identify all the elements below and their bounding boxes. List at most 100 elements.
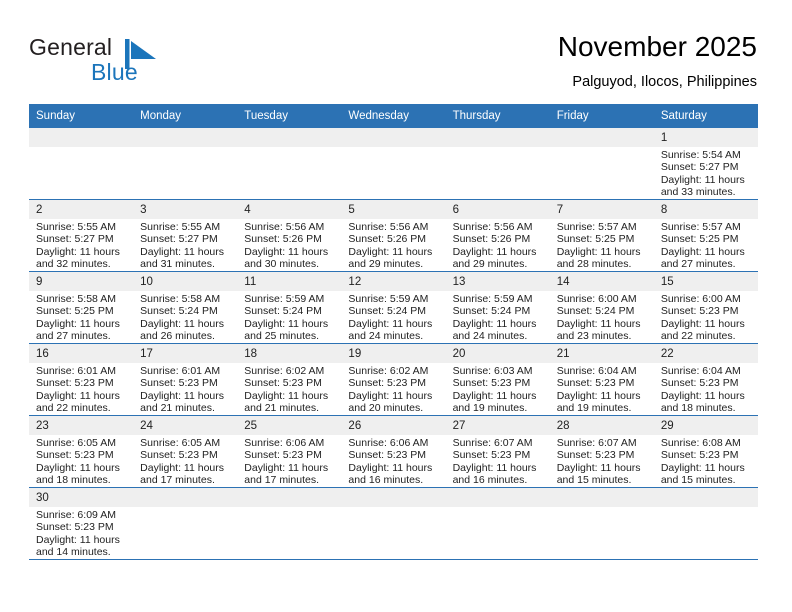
daylight-text: Daylight: 11 hours and 19 minutes.	[452, 389, 537, 415]
daylight-text: Daylight: 11 hours and 24 minutes.	[452, 317, 537, 343]
page-header: General Blue November 2025 Palguyod, Ilo…	[0, 0, 792, 100]
day-number	[237, 488, 342, 507]
calendar-day-cell-empty	[549, 128, 654, 200]
day-details: Sunrise: 6:00 AM Sunset: 5:23 PM Daylight:…	[654, 291, 758, 343]
day-details: Sunrise: 5:57 AM Sunset: 5:25 PM Daylight:…	[654, 219, 758, 271]
calendar-day-cell[interactable]: 27 Sunrise: 6:07 AM Sunset: 5:23 PM Dayligh…	[445, 415, 550, 488]
sunrise-text: Sunrise: 5:56 AM	[244, 221, 325, 233]
day-number: 27	[445, 416, 550, 435]
day-details: Sunrise: 6:06 AM Sunset: 5:23 PM Daylight:…	[237, 435, 341, 487]
calendar-day-cell-empty	[133, 128, 238, 200]
calendar-day-cell[interactable]: 24 Sunrise: 6:05 AM Sunset: 5:23 PM Dayligh…	[133, 415, 238, 488]
calendar-day-cell[interactable]: 7 Sunrise: 5:57 AM Sunset: 5:25 PM Daylight…	[549, 199, 654, 272]
sunrise-text: Sunrise: 5:55 AM	[140, 221, 221, 233]
calendar-day-cell[interactable]: 2 Sunrise: 5:55 AM Sunset: 5:27 PM Daylight…	[29, 199, 134, 272]
sunset-text: Sunset: 5:23 PM	[556, 449, 635, 462]
sunrise-text: Sunrise: 6:01 AM	[36, 365, 116, 377]
weekday-header-tuesday: Tuesday	[237, 104, 342, 128]
calendar-day-cell[interactable]: 18 Sunrise: 6:02 AM Sunset: 5:23 PM Dayligh…	[237, 343, 342, 416]
calendar-day-cell[interactable]: 21 Sunrise: 6:04 AM Sunset: 5:23 PM Dayligh…	[549, 343, 654, 416]
day-number: 14	[549, 272, 654, 291]
day-number: 16	[29, 344, 134, 363]
sunrise-text: Sunrise: 6:07 AM	[556, 437, 637, 449]
sunset-text: Sunset: 5:25 PM	[36, 305, 114, 318]
day-number: 17	[133, 344, 238, 363]
calendar-day-cell[interactable]: 23 Sunrise: 6:05 AM Sunset: 5:23 PM Dayligh…	[29, 415, 134, 488]
sunrise-text: Sunrise: 5:54 AM	[660, 149, 741, 161]
calendar-day-cell-empty	[29, 128, 134, 200]
calendar-day-cell[interactable]: 13 Sunrise: 5:59 AM Sunset: 5:24 PM Dayligh…	[445, 271, 550, 344]
sunset-text: Sunset: 5:23 PM	[660, 449, 739, 462]
calendar-body: 1 Sunrise: 5:54 AM Sunset: 5:27 PM Daylight…	[29, 128, 758, 560]
brand-logo[interactable]: General Blue	[29, 34, 269, 90]
calendar-day-cell[interactable]: 29 Sunrise: 6:08 AM Sunset: 5:23 PM Dayligh…	[653, 415, 758, 488]
calendar-day-cell[interactable]: 9 Sunrise: 5:58 AM Sunset: 5:25 PM Daylight…	[29, 271, 134, 344]
calendar-day-cell[interactable]: 8 Sunrise: 5:57 AM Sunset: 5:25 PM Daylight…	[653, 199, 758, 272]
sunrise-text: Sunrise: 6:04 AM	[660, 365, 741, 377]
sunrise-text: Sunrise: 6:03 AM	[452, 365, 533, 377]
sunrise-text: Sunrise: 5:56 AM	[452, 221, 533, 233]
calendar-day-cell[interactable]: 25 Sunrise: 6:06 AM Sunset: 5:23 PM Dayligh…	[237, 415, 342, 488]
daylight-text: Daylight: 11 hours and 15 minutes.	[556, 461, 641, 487]
calendar-day-cell[interactable]: 19 Sunrise: 6:02 AM Sunset: 5:23 PM Dayligh…	[341, 343, 446, 416]
calendar-day-cell[interactable]: 16 Sunrise: 6:01 AM Sunset: 5:23 PM Dayligh…	[29, 343, 134, 416]
calendar-day-cell[interactable]: 5 Sunrise: 5:56 AM Sunset: 5:26 PM Daylight…	[341, 199, 446, 272]
sunrise-text: Sunrise: 6:06 AM	[244, 437, 325, 449]
daylight-text: Daylight: 11 hours and 29 minutes.	[452, 245, 537, 271]
sunrise-text: Sunrise: 6:08 AM	[660, 437, 741, 449]
calendar-day-cell[interactable]: 1 Sunrise: 5:54 AM Sunset: 5:27 PM Daylight…	[653, 128, 758, 200]
sunrise-text: Sunrise: 6:02 AM	[244, 365, 325, 377]
sunset-text: Sunset: 5:26 PM	[244, 233, 322, 246]
calendar-day-cell[interactable]: 30 Sunrise: 6:09 AM Sunset: 5:23 PM Dayligh…	[29, 487, 134, 560]
sunrise-text: Sunrise: 6:05 AM	[140, 437, 221, 449]
sunset-text: Sunset: 5:27 PM	[36, 233, 114, 246]
calendar-day-cell[interactable]: 3 Sunrise: 5:55 AM Sunset: 5:27 PM Daylight…	[133, 199, 238, 272]
calendar-grid: Sunday Monday Tuesday Wednesday Thursday…	[29, 104, 758, 560]
calendar-day-cell[interactable]: 4 Sunrise: 5:56 AM Sunset: 5:26 PM Daylight…	[237, 199, 342, 272]
day-details: Sunrise: 6:03 AM Sunset: 5:23 PM Daylight:…	[446, 363, 550, 415]
weekday-header-sunday: Sunday	[29, 104, 134, 128]
day-number: 19	[341, 344, 446, 363]
daylight-text: Daylight: 11 hours and 22 minutes.	[660, 317, 745, 343]
daylight-text: Daylight: 11 hours and 21 minutes.	[140, 389, 224, 415]
day-number: 2	[29, 200, 134, 219]
daylight-text: Daylight: 11 hours and 25 minutes.	[244, 317, 329, 343]
calendar-day-cell[interactable]: 22 Sunrise: 6:04 AM Sunset: 5:23 PM Dayligh…	[653, 343, 758, 416]
sunrise-text: Sunrise: 5:59 AM	[244, 293, 325, 305]
calendar-day-cell[interactable]: 10 Sunrise: 5:58 AM Sunset: 5:24 PM Dayligh…	[133, 271, 238, 344]
day-number	[445, 488, 550, 507]
day-number: 20	[445, 344, 550, 363]
day-details: Sunrise: 5:56 AM Sunset: 5:26 PM Daylight:…	[341, 219, 445, 271]
sunrise-text: Sunrise: 5:59 AM	[348, 293, 429, 305]
title-block: November 2025 Palguyod, Ilocos, Philippi…	[558, 30, 757, 91]
day-number: 10	[133, 272, 238, 291]
weekday-header-monday: Monday	[133, 104, 238, 128]
sunset-text: Sunset: 5:25 PM	[556, 233, 635, 246]
calendar-week-row: 9 Sunrise: 5:58 AM Sunset: 5:25 PM Daylight…	[29, 271, 758, 344]
calendar-day-cell[interactable]: 12 Sunrise: 5:59 AM Sunset: 5:24 PM Dayligh…	[341, 271, 446, 344]
sunset-text: Sunset: 5:23 PM	[556, 377, 635, 390]
day-details: Sunrise: 5:59 AM Sunset: 5:24 PM Daylight:…	[341, 291, 445, 343]
calendar-day-cell[interactable]: 28 Sunrise: 6:07 AM Sunset: 5:23 PM Dayligh…	[549, 415, 654, 488]
daylight-text: Daylight: 11 hours and 15 minutes.	[660, 461, 745, 487]
daylight-text: Daylight: 11 hours and 33 minutes.	[660, 173, 745, 199]
calendar-day-cell[interactable]: 14 Sunrise: 6:00 AM Sunset: 5:24 PM Dayligh…	[549, 271, 654, 344]
sunrise-text: Sunrise: 6:00 AM	[556, 293, 637, 305]
day-number: 25	[237, 416, 342, 435]
sunrise-text: Sunrise: 5:57 AM	[556, 221, 637, 233]
day-details: Sunrise: 5:56 AM Sunset: 5:26 PM Daylight:…	[237, 219, 341, 271]
calendar-day-cell[interactable]: 17 Sunrise: 6:01 AM Sunset: 5:23 PM Dayligh…	[133, 343, 238, 416]
day-number	[445, 128, 550, 147]
calendar-day-cell[interactable]: 26 Sunrise: 6:06 AM Sunset: 5:23 PM Dayligh…	[341, 415, 446, 488]
day-number: 1	[653, 128, 758, 147]
sunset-text: Sunset: 5:24 PM	[452, 305, 531, 318]
brand-name-general: General	[29, 34, 113, 60]
day-number: 23	[29, 416, 134, 435]
calendar-day-cell[interactable]: 15 Sunrise: 6:00 AM Sunset: 5:23 PM Dayligh…	[653, 271, 758, 344]
sunrise-text: Sunrise: 6:06 AM	[348, 437, 429, 449]
calendar-day-cell[interactable]: 11 Sunrise: 5:59 AM Sunset: 5:24 PM Dayligh…	[237, 271, 342, 344]
sunrise-text: Sunrise: 6:01 AM	[140, 365, 221, 377]
calendar-day-cell[interactable]: 6 Sunrise: 5:56 AM Sunset: 5:26 PM Daylight…	[445, 199, 550, 272]
calendar-day-cell[interactable]: 20 Sunrise: 6:03 AM Sunset: 5:23 PM Dayligh…	[445, 343, 550, 416]
sunrise-text: Sunrise: 5:58 AM	[140, 293, 221, 305]
